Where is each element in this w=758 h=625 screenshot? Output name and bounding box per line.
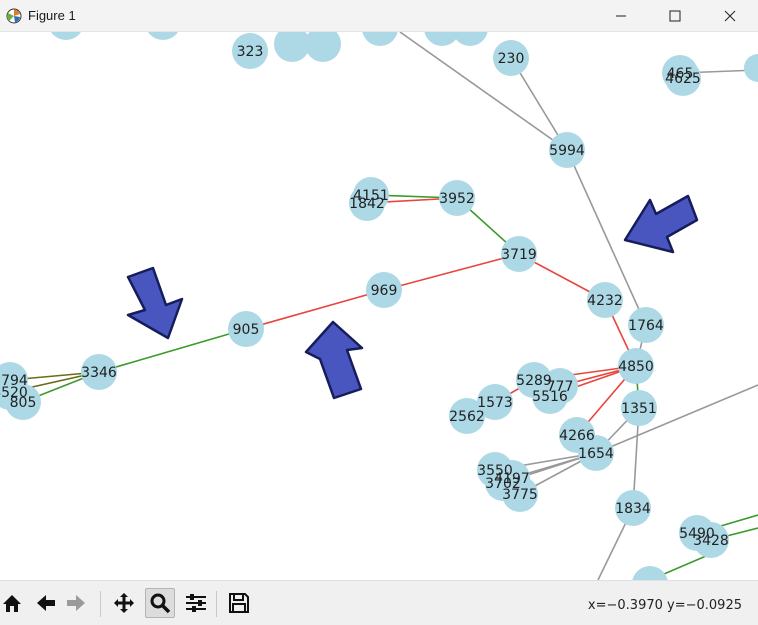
graph-node-label: 4197: [494, 471, 530, 487]
arrow-up-annotation: [304, 320, 364, 400]
toolbar-separator: [216, 591, 217, 617]
pan-button[interactable]: [112, 591, 136, 615]
minimize-button[interactable]: [596, 0, 646, 32]
graph-node-label: 1351: [621, 401, 657, 417]
matplotlib-app-icon: [6, 8, 22, 24]
save-icon: [229, 593, 249, 613]
forward-button[interactable]: [64, 591, 88, 615]
navigation-toolbar: x=−0.3970 y=−0.0925: [0, 580, 758, 625]
edge: [595, 384, 758, 454]
back-button[interactable]: [34, 591, 58, 615]
graph-node-label: 230: [498, 51, 525, 67]
cursor-coordinates: x=−0.3970 y=−0.0925: [587, 598, 742, 613]
edge: [399, 32, 568, 151]
minimize-icon: [616, 15, 626, 17]
graph-node-label: 4151: [353, 188, 389, 204]
edge: [98, 328, 247, 373]
zoom-icon: [150, 593, 171, 614]
save-button[interactable]: [227, 591, 251, 615]
pan-icon: [114, 593, 134, 613]
graph-node-label: 969: [371, 283, 398, 299]
arrow-left-annotation: [623, 194, 699, 254]
arrow-down-right-annotation: [126, 266, 184, 340]
graph-node-label: 1654: [578, 446, 614, 462]
graph-node-label: 4266: [559, 428, 595, 444]
graph-node-label: 1764: [628, 318, 664, 334]
graph-node-label: 4232: [587, 293, 623, 309]
zoom-button[interactable]: [145, 588, 175, 618]
edge: [245, 289, 385, 330]
back-icon: [37, 595, 55, 611]
title-bar: Figure 1: [0, 0, 758, 32]
home-button[interactable]: [0, 591, 24, 615]
graph-node-label: 323: [237, 44, 264, 60]
configure-icon: [186, 594, 206, 612]
network-graph[interactable]: 323 2305994395218424151371996942321764905…: [0, 32, 758, 580]
configure-subplots-button[interactable]: [184, 591, 208, 615]
edge: [383, 253, 520, 291]
graph-node-label: 4850: [618, 359, 654, 375]
close-icon: [724, 10, 736, 22]
graph-node-label: 8520: [0, 385, 28, 401]
close-button[interactable]: [705, 0, 755, 32]
graph-node-label: 5490: [679, 526, 715, 542]
graph-node-label: 5994: [549, 143, 585, 159]
graph-node-label: 1834: [615, 501, 651, 517]
maximize-button[interactable]: [650, 0, 700, 32]
window-title: Figure 1: [28, 8, 76, 23]
graph-node-label: 5516: [532, 389, 568, 405]
toolbar-separator: [100, 591, 101, 617]
graph-node-label: 4625: [665, 71, 701, 87]
maximize-icon: [669, 10, 681, 22]
graph-node-label: 3775: [502, 487, 538, 503]
graph-node-label: 3719: [501, 247, 537, 263]
figure-canvas[interactable]: 323 230 5994 3952 1842 4151 3719 969 4232 1764 905…: [0, 32, 758, 580]
graph-node-label: 3952: [439, 191, 475, 207]
graph-node-label: 3346: [81, 365, 117, 381]
graph-node-label: 2562: [449, 409, 485, 425]
graph-node-label: 905: [233, 322, 260, 338]
home-icon: [3, 595, 21, 612]
forward-icon: [67, 595, 85, 611]
